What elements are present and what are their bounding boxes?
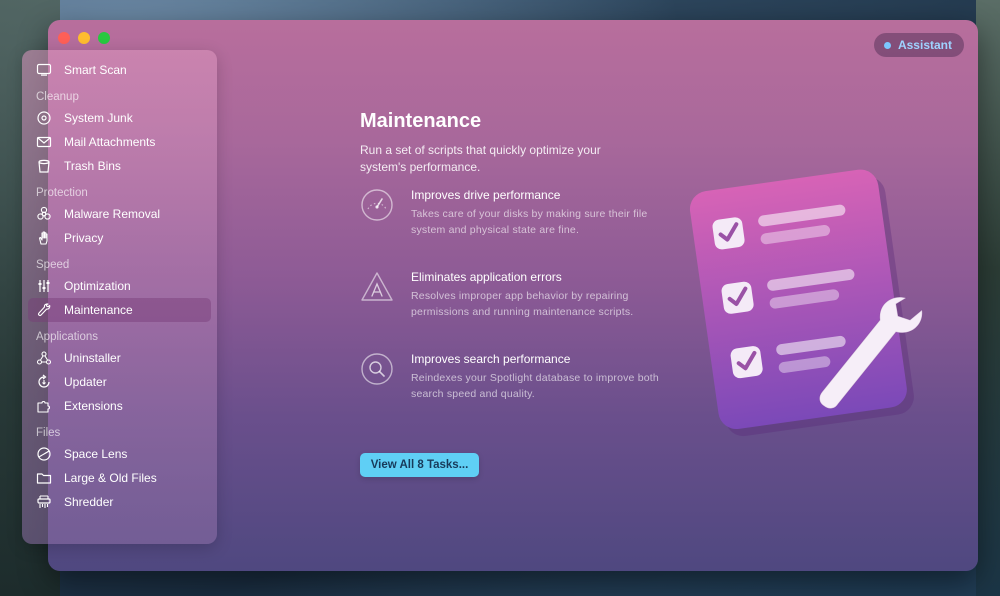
- sidebar-item-large-old-files[interactable]: Large & Old Files: [28, 466, 211, 490]
- sidebar-item-label: System Junk: [64, 111, 133, 125]
- feature-title: Eliminates application errors: [411, 270, 562, 284]
- biohazard-icon: [36, 206, 52, 222]
- app-warning-icon: [360, 270, 394, 304]
- sidebar-item-privacy[interactable]: Privacy: [28, 226, 211, 250]
- folder-icon: [36, 470, 52, 486]
- uninstaller-icon: [36, 350, 52, 366]
- sidebar-item-label: Trash Bins: [64, 159, 121, 173]
- feature-title: Improves search performance: [411, 352, 571, 366]
- zoom-window-button[interactable]: [98, 32, 110, 44]
- sidebar-section-cleanup: Cleanup: [36, 91, 79, 103]
- sidebar-item-label: Optimization: [64, 279, 131, 293]
- sidebar-section-protection: Protection: [36, 187, 88, 199]
- sidebar-item-shredder[interactable]: Shredder: [28, 490, 211, 514]
- sidebar-item-label: Uninstaller: [64, 351, 121, 365]
- feature-description: Takes care of your disks by making sure …: [411, 208, 648, 236]
- monitor-icon: [36, 62, 52, 78]
- feature-title: Improves drive performance: [411, 188, 561, 202]
- assistant-button[interactable]: Assistant: [873, 33, 964, 57]
- space-lens-icon: [36, 446, 52, 462]
- sidebar-item-system-junk[interactable]: System Junk: [28, 106, 211, 130]
- close-window-button[interactable]: [58, 32, 70, 44]
- page-description: Run a set of scripts that quickly optimi…: [360, 143, 601, 174]
- sidebar-item-extensions[interactable]: Extensions: [28, 394, 211, 418]
- disk-icon: [36, 110, 52, 126]
- desktop-wallpaper-edge: [976, 0, 1000, 596]
- sidebar-item-smart-scan[interactable]: Smart Scan: [28, 58, 211, 82]
- sidebar-item-malware-removal[interactable]: Malware Removal: [28, 202, 211, 226]
- updater-icon: [36, 374, 52, 390]
- hand-icon: [36, 230, 52, 246]
- gauge-icon: [360, 188, 394, 222]
- page-title: Maintenance: [360, 110, 482, 132]
- minimize-window-button[interactable]: [78, 32, 90, 44]
- sidebar-section-speed: Speed: [36, 259, 70, 271]
- sidebar-item-updater[interactable]: Updater: [28, 370, 211, 394]
- sidebar-item-label: Large & Old Files: [64, 471, 157, 485]
- sidebar-item-label: Smart Scan: [64, 63, 127, 77]
- sidebar-section-files: Files: [36, 427, 61, 439]
- feature-description: Resolves improper app behavior by repair…: [411, 290, 634, 318]
- sidebar-item-label: Mail Attachments: [64, 135, 156, 149]
- window-controls: [58, 32, 110, 44]
- sidebar-item-label: Privacy: [64, 231, 104, 245]
- sidebar: Smart Scan Cleanup System Junk Mail Atta…: [22, 50, 217, 544]
- mail-icon: [36, 134, 52, 150]
- sidebar-item-mail-attachments[interactable]: Mail Attachments: [28, 130, 211, 154]
- sidebar-item-label: Shredder: [64, 495, 114, 509]
- sidebar-item-label: Space Lens: [64, 447, 128, 461]
- shredder-icon: [36, 494, 52, 510]
- assistant-status-dot: [883, 41, 891, 49]
- sidebar-section-applications: Applications: [36, 331, 99, 343]
- wrench-icon: [36, 302, 52, 318]
- feature-description: Reindexes your Spotlight database to imp…: [411, 372, 659, 400]
- sidebar-item-label: Maintenance: [64, 303, 133, 317]
- extensions-icon: [36, 398, 52, 414]
- sidebar-item-space-lens[interactable]: Space Lens: [28, 442, 211, 466]
- sidebar-item-label: Malware Removal: [64, 207, 161, 221]
- sidebar-item-uninstaller[interactable]: Uninstaller: [28, 346, 211, 370]
- search-icon: [360, 352, 394, 386]
- maintenance-illustration: [688, 168, 948, 438]
- view-all-tasks-button[interactable]: View All 8 Tasks...: [360, 453, 479, 477]
- sidebar-item-trash-bins[interactable]: Trash Bins: [28, 154, 211, 178]
- sidebar-item-label: Updater: [64, 375, 107, 389]
- sidebar-item-optimization[interactable]: Optimization: [28, 274, 211, 298]
- sidebar-item-label: Extensions: [64, 399, 123, 413]
- sidebar-item-maintenance[interactable]: Maintenance: [28, 298, 211, 322]
- assistant-label: Assistant: [897, 38, 952, 52]
- sliders-icon: [36, 278, 52, 294]
- trash-icon: [36, 158, 52, 174]
